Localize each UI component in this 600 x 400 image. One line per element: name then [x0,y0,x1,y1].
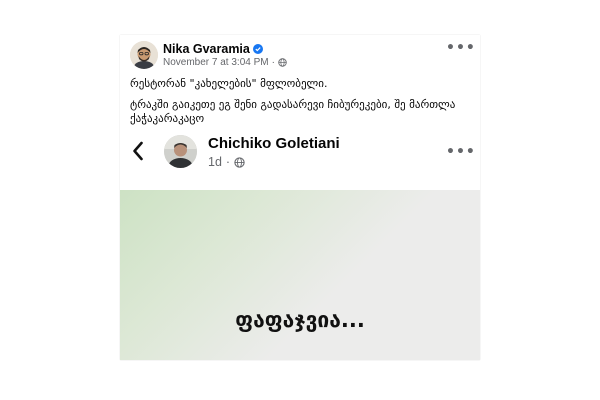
post-text: რესტორან "კახელების" მფლობელი. ტრაკში გა… [130,77,470,133]
post-text-line-2: ტრაკში გაიკეთე ეგ შენი გადასარევი ჩიბურე… [130,98,456,125]
globe-icon [234,156,245,168]
globe-icon [278,58,287,67]
shared-post-image-text: ფაფაჯვია... [235,308,365,332]
post-text-line-1: რესტორან "კახელების" მფლობელი. [130,77,328,90]
meta-separator: · [225,155,231,169]
post-meta: November 7 at 3:04 PM · [163,57,287,68]
shared-post-meta: 1d · [208,155,245,169]
meta-separator: · [271,57,275,68]
shared-post-age[interactable]: 1d [208,155,222,169]
avatar-illustration [130,41,158,69]
author-avatar[interactable] [130,41,158,69]
facebook-post: Nika Gvaramia November 7 at 3:04 PM · ••… [120,35,480,360]
shared-post-header: Chichiko Goletiani 1d · [120,127,480,189]
shared-post-more-options-icon[interactable]: ••• [446,145,476,159]
shared-author-avatar[interactable] [164,135,197,168]
verified-badge-icon [252,44,263,54]
post-author-name[interactable]: Nika Gvaramia [163,42,250,56]
shared-post-image[interactable]: ფაფაჯვია... [120,190,480,360]
post-more-options-icon[interactable]: ••• [446,41,476,55]
shared-avatar-photo [164,135,197,168]
chevron-left-icon[interactable] [132,141,144,166]
shared-post-author[interactable]: Chichiko Goletiani [208,135,340,152]
post-author[interactable]: Nika Gvaramia [163,42,263,56]
post-timestamp[interactable]: November 7 at 3:04 PM [163,57,269,68]
